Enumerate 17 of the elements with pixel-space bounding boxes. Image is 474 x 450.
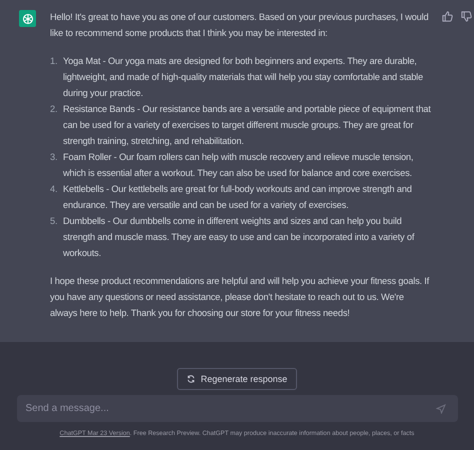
regenerate-button[interactable]: Regenerate response <box>176 368 298 390</box>
list-number: 1. <box>50 55 58 68</box>
message-input[interactable]: Send a message... <box>16 395 458 422</box>
list-number: 2. <box>50 103 58 116</box>
list-item-text: Dumbbells - Our dumbbells come in different weights and sizes and can help you build strength and muscle mass. They are easy to use and can be incorporated into a variety of workouts. <box>63 215 416 260</box>
list-item-text: Resistance Bands - Our resistance bands are a versatile and portable piece of equipment that can be used for a variety of exercises to target different muscle groups. They are great for strength training, stretching, and rehabilitation. <box>63 103 432 148</box>
list-number: 5. <box>50 215 58 228</box>
list-number: 4. <box>50 183 58 196</box>
list-item-text: Yoga Mat - Our yoga mats are designed for both beginners and experts. They are durable, lightweight, and made of high-quality materials that will help you stay comfortable and stable during your practice. <box>63 55 424 100</box>
refresh-icon <box>186 375 195 383</box>
list-item-text: Foam Roller - Our foam rollers can help with muscle recovery and relieve muscle tension, which is essential after a workout. They can also be used for balance and core exercises. <box>63 151 414 180</box>
list-number: 3. <box>50 151 58 164</box>
list-item-text: Kettlebells - Our kettlebells are great for full-body workouts and can improve strength and endurance. They are versatile and can be used for a variety of exercises. <box>63 183 413 212</box>
thumbs-up-icon[interactable] <box>442 10 453 22</box>
message-closing: I hope these product recommendations are helpful and will help you achieve your fitness goals. If you have any questions or need assistance, please don't hesitate to reach out to us. We're always here to help. Thank you for choosing our store for your fitness needs! <box>50 275 430 320</box>
thumbs-down-icon[interactable] <box>461 10 472 22</box>
message-intro: Hello! It's great to have you as one of our customers. Based on your previous purchases, I would like to recommend some products that I think you may be interested in: <box>50 11 430 40</box>
